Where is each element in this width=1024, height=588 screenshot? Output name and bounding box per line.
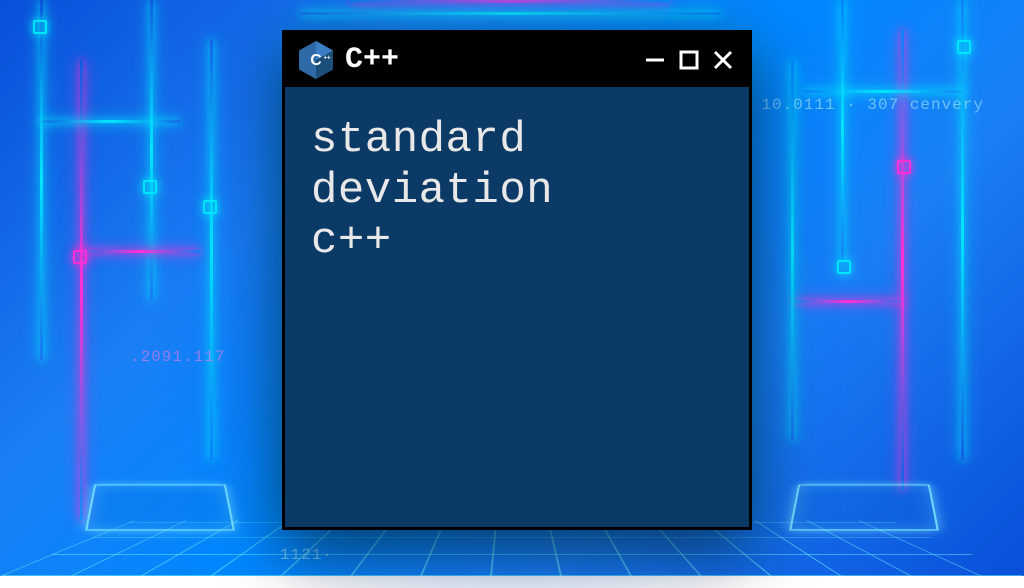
terminal-window: C ++ C++ standard deviation c++ bbox=[282, 30, 752, 530]
maximize-button[interactable] bbox=[677, 48, 701, 72]
svg-text:C: C bbox=[310, 52, 321, 69]
cpp-hex-icon: C ++ bbox=[299, 41, 333, 79]
terminal-content: standard deviation c++ bbox=[285, 87, 749, 295]
svg-text:++: ++ bbox=[323, 54, 331, 61]
minimize-button[interactable] bbox=[643, 48, 667, 72]
content-line-1: standard bbox=[311, 115, 723, 166]
content-line-2: deviation bbox=[311, 166, 723, 217]
deco-text-left: .2091.117 bbox=[130, 348, 225, 366]
window-title: C++ bbox=[345, 43, 631, 77]
window-controls bbox=[643, 48, 735, 72]
content-line-3: c++ bbox=[311, 216, 723, 267]
deco-text-top-right: 10.0111 · 307 cenvery bbox=[761, 96, 984, 114]
close-button[interactable] bbox=[711, 48, 735, 72]
titlebar[interactable]: C ++ C++ bbox=[285, 33, 749, 87]
